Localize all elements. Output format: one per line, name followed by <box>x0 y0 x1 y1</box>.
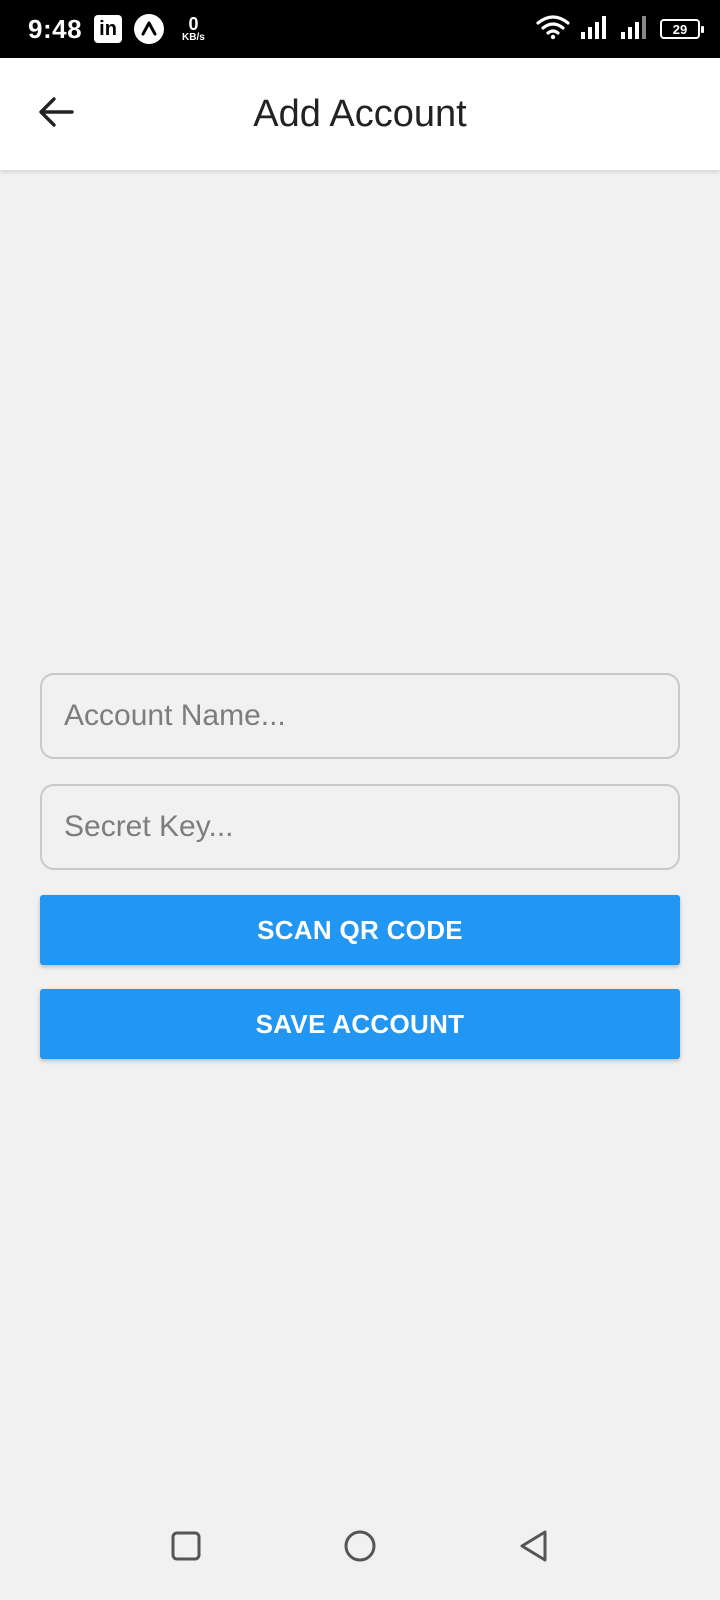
linkedin-icon: in <box>94 15 123 43</box>
system-nav-bar <box>0 1492 720 1600</box>
secret-key-input[interactable] <box>64 810 656 844</box>
signal-sim2-icon <box>620 14 650 45</box>
recents-square-icon <box>171 1531 201 1561</box>
status-time: 9:48 <box>28 13 83 44</box>
system-back-button[interactable] <box>512 1524 556 1568</box>
account-name-input[interactable] <box>64 699 656 733</box>
status-right: 29 <box>536 14 704 45</box>
data-rate-value: 0 <box>188 14 199 34</box>
data-rate: 0 KB/s <box>182 15 205 43</box>
account-name-field[interactable] <box>40 673 680 759</box>
status-bar: 9:48 in 0 KB/s 29 <box>0 0 720 58</box>
home-button[interactable] <box>338 1524 382 1568</box>
data-rate-unit: KB/s <box>182 32 205 43</box>
recents-button[interactable] <box>164 1524 208 1568</box>
back-button[interactable] <box>36 92 76 132</box>
app-notification-icon <box>134 14 165 44</box>
secret-key-field[interactable] <box>40 784 680 870</box>
page-title: Add Account <box>253 92 467 135</box>
scan-qr-code-button[interactable]: SCAN QR CODE <box>40 895 680 965</box>
status-left: 9:48 in 0 KB/s <box>28 14 205 45</box>
battery-icon: 29 <box>660 19 704 39</box>
wifi-icon <box>536 14 570 45</box>
signal-sim1-icon <box>580 14 610 45</box>
home-circle-icon <box>344 1530 376 1562</box>
arrow-left-icon <box>39 97 74 127</box>
add-account-form: SCAN QR CODE SAVE ACCOUNT <box>40 673 680 1083</box>
app-bar: Add Account <box>0 58 720 170</box>
save-account-button[interactable]: SAVE ACCOUNT <box>40 989 680 1059</box>
back-triangle-icon <box>520 1530 547 1562</box>
